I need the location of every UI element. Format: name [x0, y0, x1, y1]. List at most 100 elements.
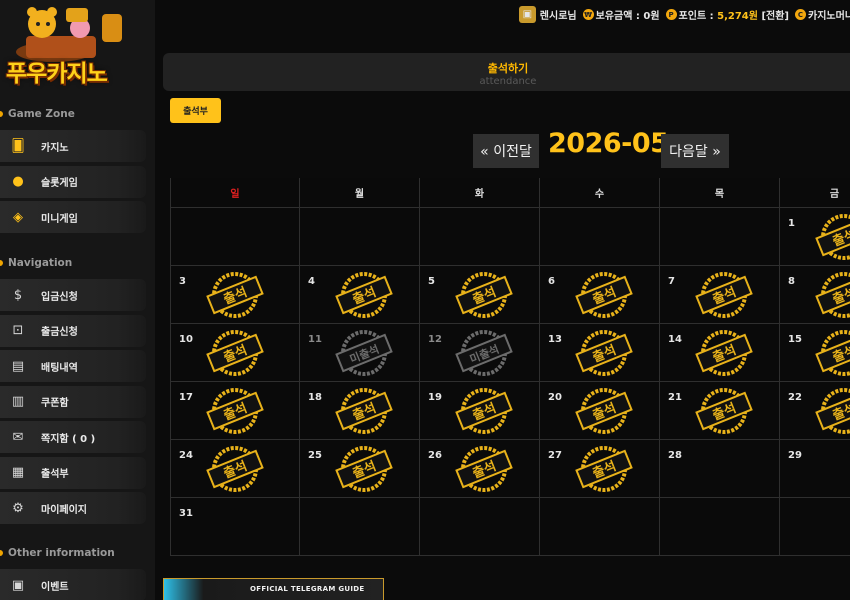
- username: 렌시로님: [539, 11, 577, 22]
- calendar-day-cell: [660, 498, 780, 556]
- user-avatar-icon: ▣: [518, 6, 536, 23]
- day-number: 27: [548, 450, 562, 461]
- sidebar-item-label: 출석부: [41, 469, 69, 480]
- section-title-other-information: Other information: [0, 547, 115, 559]
- sidebar-item-deposit[interactable]: $ 입금신청: [0, 279, 146, 311]
- day-number: 26: [428, 450, 442, 461]
- balance-label: 보유금액 :: [595, 11, 640, 22]
- day-number: 21: [668, 392, 682, 403]
- cherry-icon: ●: [12, 174, 24, 189]
- sidebar-item-calendar-check[interactable]: ▦ 출석부: [0, 456, 146, 489]
- calendar-day-cell: 18 출석: [300, 382, 420, 440]
- day-number: 14: [668, 334, 682, 345]
- day-number: 22: [788, 392, 802, 403]
- deposit-icon: $: [13, 287, 23, 303]
- attended-stamp-icon: 출석: [695, 272, 753, 318]
- calendar-day-cell: 28: [660, 440, 780, 498]
- calendar-day-cell: [420, 498, 540, 556]
- day-number: 6: [548, 276, 555, 287]
- day-number: 15: [788, 334, 802, 345]
- withdraw-icon: ⊡: [12, 323, 24, 338]
- page-subtitle: attendance: [479, 76, 537, 87]
- sidebar-item-label: 입금신청: [41, 291, 78, 303]
- calendar-day-cell: 3 출석: [170, 266, 300, 324]
- calendar-day-cell: 13 출석: [540, 324, 660, 382]
- day-number: 18: [308, 392, 322, 403]
- sidebar-item-label: 마이페이지: [41, 504, 87, 516]
- weekday-header: 수: [540, 178, 660, 208]
- sidebar-item-gamepad[interactable]: ◈ 미니게임: [0, 201, 146, 233]
- calendar-day-cell: [660, 208, 780, 266]
- day-number: 1: [788, 218, 795, 229]
- sidebar-item-gift[interactable]: ▣ 이벤트: [0, 569, 146, 600]
- day-number: 3: [179, 276, 186, 287]
- attended-stamp-icon: 출석: [575, 330, 633, 376]
- sidebar-item-label: 배팅내역: [41, 362, 78, 374]
- calendar-day-cell: 29: [780, 440, 850, 498]
- betting-history-icon: ▤: [11, 358, 25, 374]
- day-number: 29: [788, 450, 802, 461]
- day-number: 31: [179, 508, 193, 519]
- sidebar-item-label: 쪽지함 ( 0 ): [41, 433, 96, 445]
- sidebar-item-coupon[interactable]: ▥ 쿠폰함: [0, 385, 146, 418]
- calendar-day-cell: 14 출석: [660, 324, 780, 382]
- calendar-day-cell: 1 출석: [780, 208, 850, 266]
- sidebar-item-mail[interactable]: ✉ 쪽지함 ( 0 ): [0, 421, 146, 453]
- calendar-day-cell: 27 출석: [540, 440, 660, 498]
- missed-stamp-icon: 미출석: [455, 330, 513, 376]
- attended-stamp-icon: 출석: [575, 272, 633, 318]
- casino-money-label: 카지노머니: [808, 11, 850, 22]
- calendar-day-cell: 21 출석: [660, 382, 780, 440]
- gamepad-icon: ◈: [13, 209, 23, 225]
- calendar-day-cell: 10 출석: [170, 324, 300, 382]
- attended-stamp-icon: 출석: [455, 272, 513, 318]
- day-number: 4: [308, 276, 315, 287]
- attended-stamp-icon: 출석: [815, 214, 850, 260]
- sidebar-item-cherry[interactable]: ● 슬롯게임: [0, 165, 146, 198]
- logo-text: 푸우카지노: [6, 61, 108, 87]
- balance-value: 0원: [643, 11, 660, 22]
- top-bar: ▣ 렌시로님 ₩ 보유금액 : 0원 P 포인트 : 5,274원 [전환] C…: [155, 0, 850, 40]
- day-number: 28: [668, 450, 682, 461]
- page-header: 출석하기 attendance: [163, 53, 850, 91]
- weekday-header: 월: [300, 178, 420, 208]
- prev-month-button[interactable]: « 이전달: [473, 134, 539, 168]
- next-month-button[interactable]: 다음달 »: [661, 134, 729, 168]
- point-value: 5,274원: [717, 11, 758, 22]
- sidebar-item-betting-history[interactable]: ▤ 배팅내역: [0, 350, 146, 382]
- point-label: 포인트 :: [678, 11, 714, 22]
- balance-coin-icon: ₩: [582, 9, 594, 20]
- point-convert-button[interactable]: [전환]: [761, 7, 789, 22]
- attended-stamp-icon: 출석: [815, 272, 850, 318]
- calendar-day-cell: [540, 208, 660, 266]
- weekday-header: 일: [170, 178, 300, 208]
- attended-stamp-icon: 출석: [206, 272, 264, 318]
- attended-stamp-icon: 출석: [575, 446, 633, 492]
- logo[interactable]: 푸우카지노: [2, 2, 136, 87]
- calendar-day-cell: 5 출석: [420, 266, 540, 324]
- attended-stamp-icon: 출석: [695, 388, 753, 434]
- calendar-check-icon: ▦: [11, 465, 25, 480]
- sidebar-item-withdraw[interactable]: ⊡ 출금신청: [0, 314, 146, 347]
- calendar-day-cell: [540, 498, 660, 556]
- attended-stamp-icon: 출석: [206, 446, 264, 492]
- section-title-game-zone: Game Zone: [0, 108, 75, 120]
- user-info: ▣ 렌시로님 ₩ 보유금액 : 0원 P 포인트 : 5,274원 [전환] C…: [518, 6, 850, 23]
- sidebar-item-cards[interactable]: 🂠 카지노: [0, 130, 146, 162]
- calendar-day-cell: 11 미출석: [300, 324, 420, 382]
- telegram-guide-banner[interactable]: OFFICIAL TELEGRAM GUIDE: [163, 578, 384, 600]
- day-number: 17: [179, 392, 193, 403]
- calendar-day-cell: [170, 208, 300, 266]
- day-number: 12: [428, 334, 442, 345]
- mail-icon: ✉: [12, 429, 24, 445]
- calendar-day-cell: 19 출석: [420, 382, 540, 440]
- day-number: 8: [788, 276, 795, 287]
- calendar-day-cell: 24 출석: [170, 440, 300, 498]
- calendar-day-cell: 6 출석: [540, 266, 660, 324]
- attendance-button[interactable]: 출석부: [170, 98, 221, 123]
- weekday-header: 금: [780, 178, 850, 208]
- attended-stamp-icon: 출석: [455, 388, 513, 434]
- calendar-day-cell: 20 출석: [540, 382, 660, 440]
- day-number: 5: [428, 276, 435, 287]
- sidebar-item-user-settings[interactable]: ⚙ 마이페이지: [0, 492, 146, 524]
